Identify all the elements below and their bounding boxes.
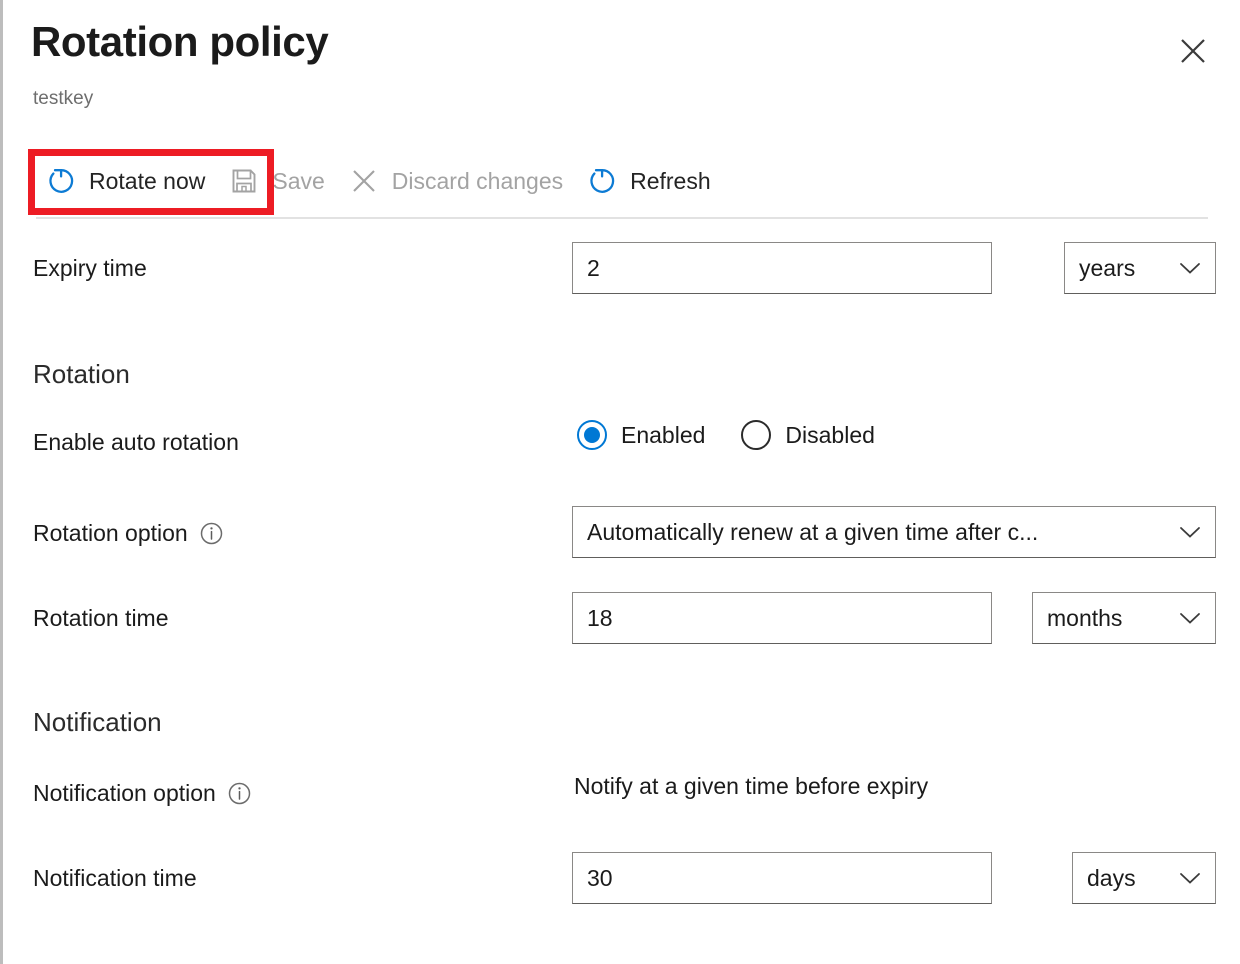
expiry-time-unit-dropdown[interactable]: years — [1064, 242, 1216, 294]
notification-time-input[interactable] — [572, 852, 992, 904]
discard-changes-label: Discard changes — [392, 168, 563, 195]
enable-auto-rotation-label: Enable auto rotation — [33, 429, 239, 456]
chevron-down-icon — [1179, 525, 1201, 539]
close-icon — [1178, 36, 1208, 69]
radio-dot-enabled[interactable] — [577, 420, 607, 450]
expiry-time-unit-value: years — [1079, 255, 1135, 282]
expiry-time-label: Expiry time — [33, 255, 147, 282]
notification-option-label: Notification option — [33, 780, 252, 807]
refresh-button[interactable]: Refresh — [577, 159, 725, 203]
rotation-section-heading: Rotation — [33, 359, 130, 390]
close-button[interactable] — [1172, 31, 1214, 73]
toolbar-separator — [36, 217, 1208, 219]
notification-time-unit-dropdown[interactable]: days — [1072, 852, 1216, 904]
rotation-time-label: Rotation time — [33, 605, 169, 632]
save-button[interactable]: Save — [219, 159, 338, 203]
save-floppy-icon — [229, 166, 259, 196]
radio-dot-disabled[interactable] — [741, 420, 771, 450]
rotation-option-value: Automatically renew at a given time afte… — [587, 519, 1038, 546]
notification-section-heading: Notification — [33, 707, 162, 738]
radio-option-enabled[interactable]: Enabled — [577, 420, 705, 450]
radio-option-disabled[interactable]: Disabled — [741, 420, 875, 450]
chevron-down-icon — [1179, 871, 1201, 885]
expiry-time-input[interactable] — [572, 242, 992, 294]
info-circle-icon[interactable] — [199, 521, 224, 546]
notification-time-label: Notification time — [33, 865, 197, 892]
enable-auto-rotation-radio-group: Enabled Disabled — [577, 420, 875, 450]
rotation-time-unit-dropdown[interactable]: months — [1032, 592, 1216, 644]
chevron-down-icon — [1179, 611, 1201, 625]
rotation-option-dropdown[interactable]: Automatically renew at a given time afte… — [572, 506, 1216, 558]
rotation-option-label: Rotation option — [33, 520, 224, 547]
chevron-down-icon — [1179, 261, 1201, 275]
rotation-time-unit-value: months — [1047, 605, 1122, 632]
notification-time-unit-value: days — [1087, 865, 1136, 892]
close-x-icon — [349, 166, 379, 196]
rotate-icon — [46, 166, 76, 196]
command-bar: Rotate now Save Discard changes — [0, 150, 1240, 212]
info-circle-icon[interactable] — [227, 781, 252, 806]
refresh-label: Refresh — [630, 168, 711, 195]
discard-changes-button[interactable]: Discard changes — [339, 159, 577, 203]
rotate-now-label: Rotate now — [89, 168, 205, 195]
rotate-now-button[interactable]: Rotate now — [36, 159, 219, 203]
rotation-time-input[interactable] — [572, 592, 992, 644]
notification-option-value: Notify at a given time before expiry — [574, 773, 928, 800]
rotation-policy-blade: Rotation policy testkey Rotate now — [0, 0, 1240, 964]
page-subtitle-key-name: testkey — [33, 88, 93, 110]
radio-label-disabled: Disabled — [785, 422, 875, 449]
radio-label-enabled: Enabled — [621, 422, 705, 449]
save-label: Save — [272, 168, 324, 195]
blade-left-edge — [0, 0, 3, 964]
page-title: Rotation policy — [31, 20, 328, 64]
refresh-icon — [587, 166, 617, 196]
